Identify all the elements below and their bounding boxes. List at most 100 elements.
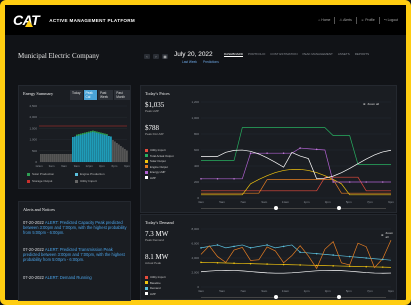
alert-text[interactable]: ALERT: Demand Running (45, 275, 92, 280)
energy-bar (102, 134, 104, 162)
actual-peak-metric: 8.1 MW Actual Peak (145, 253, 168, 265)
energy-bar (50, 154, 52, 162)
next-day-button[interactable]: › (153, 54, 159, 59)
baseline-point (249, 262, 252, 265)
lmp-point (233, 178, 235, 180)
nav-home-label: Home (321, 18, 331, 22)
x-tick-label: 3am (198, 289, 204, 293)
metric-label: Peak Demand (145, 238, 165, 242)
energy-bar-solar (102, 133, 104, 135)
x-tick-label: 9am (261, 289, 267, 293)
energy-bar (72, 137, 74, 162)
prices-legend: Utility Import Total Actual Output Solar… (145, 148, 173, 180)
nav-profile[interactable]: ☺ Profile (361, 18, 375, 22)
legend-swatch (145, 286, 148, 290)
energy-bar-solar (86, 132, 88, 134)
demand-slider-end-handle[interactable] (337, 295, 341, 299)
peak-da-lmp-metric: $788 Peak DA LMP (145, 124, 164, 136)
x-tick-label: 7am (240, 200, 246, 204)
y-tick-label: 400 (194, 164, 199, 168)
energy-bar (122, 147, 124, 162)
engine-output-line (201, 179, 391, 194)
tab-reports[interactable]: REPORTS (355, 52, 369, 57)
energy-bar (44, 154, 46, 162)
lmp-point (332, 181, 334, 183)
legend-swatch (145, 154, 148, 157)
range-peak-cal-button[interactable]: Peak Cal (83, 90, 97, 100)
tab-dashboard[interactable]: DASHBOARD (224, 52, 244, 57)
legend-label: Engine Output (150, 164, 168, 169)
energy-bar (118, 144, 120, 162)
platform-title: ACTIVE MANAGEMENT PLATFORM (49, 17, 136, 23)
range-today-button[interactable]: Today (70, 90, 83, 100)
x-tick-label: 11am (282, 200, 290, 204)
energy-bar-solar (78, 134, 80, 136)
x-tick-label: 5pm (346, 200, 352, 204)
energy-bar (126, 150, 128, 162)
energy-bar (104, 135, 106, 162)
energy-bar (80, 135, 82, 162)
y-tick-label: 2,000 (29, 115, 37, 119)
tab-portfolio[interactable]: PORTFOLIO (248, 52, 265, 57)
energy-bar (120, 146, 122, 162)
alert-item[interactable]: 07-20-2022 ALERT: Predicted Transmission… (23, 247, 129, 262)
energy-bar (70, 154, 72, 162)
metric-value: 7.3 MW (145, 230, 169, 238)
range-past-month-button[interactable]: Past Month (114, 90, 130, 100)
nav-alerts[interactable]: ⚠ Alerts (339, 18, 351, 22)
legend-label: Storage Output (32, 179, 53, 183)
alert-item[interactable]: 07-20-2022 ALERT: Demand Running (23, 275, 129, 280)
legend-item: LMP (145, 292, 166, 296)
company-name: Municipal Electric Company (18, 52, 100, 60)
x-tick-label: 7pm (367, 200, 373, 204)
x-tick-label: 3am (49, 164, 55, 168)
lmp-line (200, 269, 392, 274)
nav-logout-label: Logout (387, 18, 398, 22)
tab-assets[interactable]: ASSETS (338, 52, 350, 57)
y-tick-label: 800 (194, 132, 199, 136)
cat-logo[interactable]: CAT (13, 12, 40, 28)
tab-peak-management[interactable]: PEAK MANAGEMENT (303, 52, 333, 57)
legend-item: Baseline (145, 281, 166, 285)
x-tick-label: 9pm (388, 200, 394, 204)
baseline-point (332, 265, 334, 267)
prices-slider-start-handle[interactable] (274, 206, 278, 210)
last-week-link[interactable]: Last Week (182, 60, 197, 64)
energy-summary-panel: Energy Summary Today Peak Cal Past Week … (18, 85, 131, 189)
nav-logout[interactable]: ↪ Logout (384, 18, 398, 22)
prev-day-button[interactable]: ‹ (144, 54, 150, 59)
x-tick-label: 5pm (346, 289, 352, 293)
range-past-week-button[interactable]: Past Week (97, 90, 114, 100)
energy-bar (108, 136, 110, 162)
calendar-button[interactable]: ▦ (162, 54, 168, 59)
demand-point (315, 252, 318, 255)
legend-item: Energy LMP (145, 170, 173, 174)
predictions-link[interactable]: Predictions (203, 60, 219, 64)
demand-point (299, 251, 301, 253)
demand-range-slider[interactable] (201, 297, 386, 298)
prices-range-slider[interactable] (201, 208, 386, 209)
energy-bar (40, 154, 42, 162)
tab-cost-estimation[interactable]: COST ESTIMATION (270, 52, 297, 57)
energy-bar-solar (94, 131, 96, 133)
alert-date: 07-20-2022 (23, 275, 44, 280)
demand-slider-start-handle[interactable] (274, 295, 278, 299)
legend-swatch (145, 165, 148, 168)
baseline-point (282, 263, 285, 266)
energy-bar-solar (84, 132, 86, 134)
nav-home[interactable]: ⌂ Home (318, 18, 330, 22)
energy-lmp-line (201, 147, 391, 183)
y-tick-label: 1,000 (29, 138, 37, 142)
demand-point (332, 254, 334, 256)
demand-point (348, 255, 351, 258)
alert-item[interactable]: 07-20-2022 ALERT: Predicted Capacity Pea… (23, 220, 129, 235)
x-tick-label: 9am (261, 200, 267, 204)
energy-bar-solar (104, 133, 106, 135)
legend-swatch (145, 292, 148, 295)
energy-bar (124, 149, 126, 162)
y-tick-label: 600 (194, 148, 199, 152)
legend-storage-output: Storage Output (27, 179, 75, 183)
prices-slider-end-handle[interactable] (337, 206, 341, 210)
logo-triangle-icon (25, 20, 33, 27)
legend-swatch (75, 172, 78, 176)
